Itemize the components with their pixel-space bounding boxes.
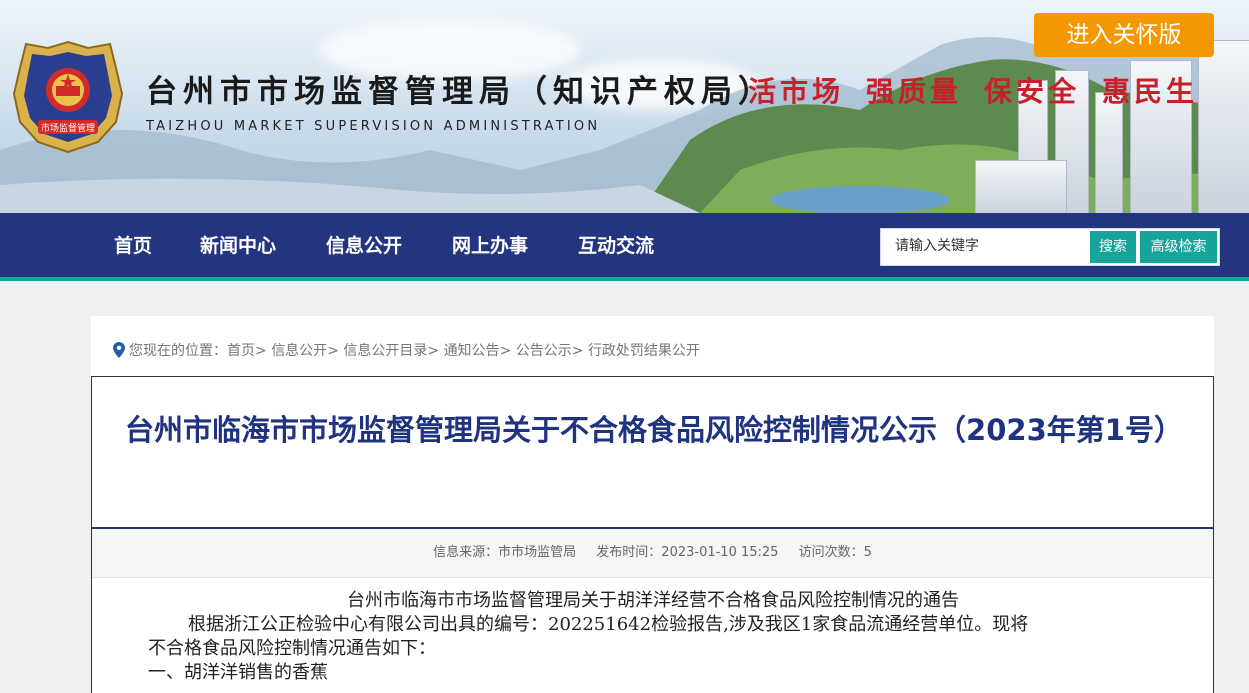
site-title: 台州市市场监督管理局（知识产权局） [146,74,775,110]
emblem-label: 市场监督管理 [41,122,95,134]
body-paragraph: 一、胡洋洋销售的香蕉 [148,662,328,683]
breadcrumb-link-notices[interactable]: 通知公告 [444,343,500,359]
main-content: 您现在的位置：首页> 信息公开> 信息公开目录> 通知公告> 公告公示> 行政处… [91,316,1214,693]
advanced-search-button[interactable]: 高级检索 [1140,231,1217,263]
main-nav: 首页 新闻中心 信息公开 网上办事 互动交流 搜索 高级检索 [0,213,1249,281]
care-version-button[interactable]: 进入关怀版 [1034,13,1214,57]
slogan-item: 保安全 [984,75,1081,108]
nav-item-online-services[interactable]: 网上办事 [452,213,528,277]
breadcrumb-prefix: 您现在的位置： [129,343,227,359]
market-supervision-emblem-icon: 市场监督管理 [12,40,124,154]
article-body: 台州市临海市市场监督管理局关于胡洋洋经营不合格食品风险控制情况的通告 根据浙江公… [148,589,1158,685]
breadcrumb-link-penalty-results[interactable]: 行政处罚结果公开 [588,343,700,359]
slogan-item: 活市场 [748,75,845,108]
search-button[interactable]: 搜索 [1090,231,1136,263]
body-paragraph: 根据浙江公正检验中心有限公司出具的编号：202251642检验报告,涉及我区1家… [188,614,1029,635]
building-decoration [1095,92,1123,213]
breadcrumb: 您现在的位置：首页> 信息公开> 信息公开目录> 通知公告> 公告公示> 行政处… [113,340,700,360]
article-meta: 信息来源：市市场监管局 发布时间：2023-01-10 15:25 访问次数：5 [92,529,1213,578]
article: 台州市临海市市场监督管理局关于不合格食品风险控制情况公示（2023年第1号） 信… [91,376,1214,693]
location-pin-icon [113,342,125,358]
slogan-item: 强质量 [866,75,963,108]
article-header: 台州市临海市市场监督管理局关于不合格食品风险控制情况公示（2023年第1号） [92,377,1213,529]
site-subtitle: TAIZHOU MARKET SUPERVISION ADMINISTRATIO… [146,119,601,134]
meta-date: 发布时间：2023-01-10 15:25 [596,545,779,560]
nav-item-interaction[interactable]: 互动交流 [578,213,654,277]
search-box: 搜索 高级检索 [880,228,1220,266]
nav-item-home[interactable]: 首页 [114,213,152,277]
breadcrumb-link-home[interactable]: 首页 [227,343,255,359]
meta-source: 信息来源：市市场监管局 [433,545,577,560]
breadcrumb-link-announcements[interactable]: 公告公示 [516,343,572,359]
building-decoration [1198,40,1249,213]
article-title: 台州市临海市市场监督管理局关于不合格食品风险控制情况公示（2023年第1号） [125,413,1183,447]
breadcrumb-link-info-disclosure[interactable]: 信息公开 [271,343,327,359]
meta-views: 访问次数：5 [798,545,872,560]
breadcrumb-link-info-catalog[interactable]: 信息公开目录 [343,343,427,359]
search-input[interactable] [881,229,1101,263]
body-heading: 台州市临海市市场监督管理局关于胡洋洋经营不合格食品风险控制情况的通告 [347,590,959,611]
slogan-item: 惠民生 [1102,75,1199,108]
body-paragraph: 不合格食品风险控制情况通告如下： [148,638,436,659]
slogans: 活市场 强质量 保安全 惠民生 [748,70,1220,110]
header-banner: 市场监督管理 台州市市场监督管理局（知识产权局） TAIZHOU MARKET … [0,0,1249,213]
building-decoration [975,160,1067,213]
nav-item-info-disclosure[interactable]: 信息公开 [326,213,402,277]
nav-item-news[interactable]: 新闻中心 [200,213,276,277]
